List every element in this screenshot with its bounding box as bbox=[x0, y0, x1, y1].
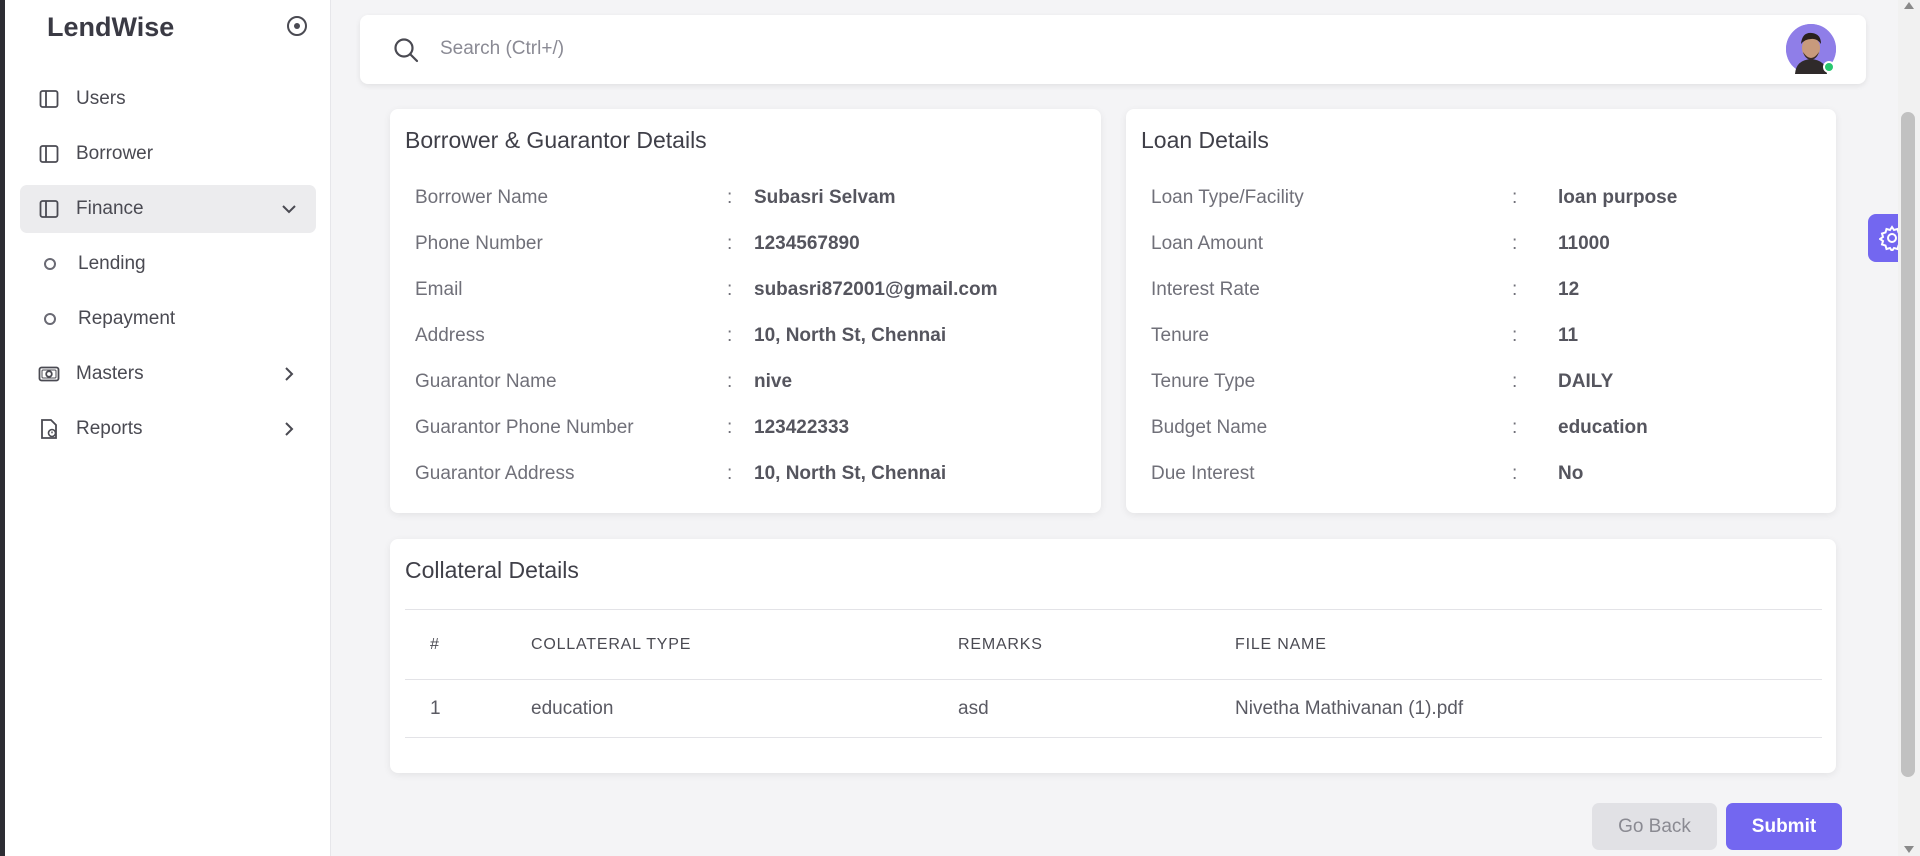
avatar[interactable] bbox=[1786, 24, 1836, 74]
sidebar-item-users[interactable]: Users bbox=[20, 75, 316, 123]
sidebar-item-label: Users bbox=[76, 88, 126, 109]
column-header: # bbox=[405, 609, 531, 680]
scrollbar-thumb[interactable] bbox=[1901, 112, 1915, 777]
layout-icon bbox=[38, 143, 60, 165]
detail-separator: : bbox=[1512, 417, 1518, 438]
chevron-right-icon bbox=[285, 367, 294, 381]
detail-label: Guarantor Name bbox=[415, 371, 557, 392]
column-header: REMARKS bbox=[958, 609, 1235, 680]
detail-value: 10, North St, Chennai bbox=[754, 325, 947, 346]
table-row: 1 education asd Nivetha Mathivanan (1).p… bbox=[405, 679, 1822, 738]
go-back-button[interactable]: Go Back bbox=[1592, 803, 1717, 850]
sidebar-item-label: Masters bbox=[76, 363, 144, 384]
detail-separator: : bbox=[1512, 371, 1518, 392]
sidebar-item-reports[interactable]: Reports bbox=[20, 405, 316, 453]
sidebar-menu: Users Borrower Finance Lending Repayment bbox=[20, 75, 316, 460]
table-header-row: # COLLATERAL TYPE REMARKS FILE NAME bbox=[405, 609, 1822, 680]
detail-label: Tenure bbox=[1151, 325, 1210, 346]
detail-separator: : bbox=[727, 371, 733, 392]
detail-label: Phone Number bbox=[415, 233, 543, 254]
detail-value: 10, North St, Chennai bbox=[754, 463, 947, 484]
detail-separator: : bbox=[727, 187, 733, 208]
column-header: COLLATERAL TYPE bbox=[531, 609, 958, 680]
detail-value: loan purpose bbox=[1558, 187, 1678, 208]
sidebar-item-lending[interactable]: Lending bbox=[20, 240, 316, 288]
detail-separator: : bbox=[727, 417, 733, 438]
sidebar-item-label: Finance bbox=[76, 198, 144, 219]
detail-label: Due Interest bbox=[1151, 463, 1255, 484]
top-navbar bbox=[360, 15, 1866, 84]
detail-separator: : bbox=[1512, 463, 1518, 484]
sidebar-item-label: Borrower bbox=[76, 143, 154, 164]
submit-button[interactable]: Submit bbox=[1726, 803, 1842, 850]
detail-label: Address bbox=[415, 325, 485, 346]
detail-value: 11 bbox=[1558, 325, 1579, 346]
detail-separator: : bbox=[727, 279, 733, 300]
collateral-table: # COLLATERAL TYPE REMARKS FILE NAME 1 ed… bbox=[405, 609, 1822, 738]
detail-label: Budget Name bbox=[1151, 417, 1268, 438]
sidebar-item-masters[interactable]: Masters bbox=[20, 350, 316, 398]
cash-icon bbox=[38, 363, 60, 385]
sidebar-item-label: Lending bbox=[78, 253, 146, 274]
detail-label: Guarantor Phone Number bbox=[415, 417, 634, 438]
layout-icon bbox=[38, 88, 60, 110]
detail-label: Tenure Type bbox=[1151, 371, 1256, 392]
detail-separator: : bbox=[1512, 325, 1518, 346]
collateral-details-card: Collateral Details # COLLATERAL TYPE REM… bbox=[390, 539, 1836, 773]
detail-value: 1234567890 bbox=[754, 233, 860, 254]
online-status-dot bbox=[1823, 61, 1835, 73]
detail-value: 123422333 bbox=[754, 417, 850, 438]
sidebar: LendWise Users Borrower Finance Lending … bbox=[5, 0, 331, 856]
detail-separator: : bbox=[727, 325, 733, 346]
detail-value: education bbox=[1558, 417, 1648, 438]
detail-label: Loan Amount bbox=[1151, 233, 1263, 254]
scroll-up-arrow-icon[interactable] bbox=[1904, 2, 1914, 9]
detail-value: Subasri Selvam bbox=[754, 187, 896, 208]
detail-value: No bbox=[1558, 463, 1584, 484]
search-input[interactable] bbox=[440, 33, 1040, 65]
detail-separator: : bbox=[1512, 279, 1518, 300]
detail-value: subasri872001@gmail.com bbox=[754, 279, 998, 300]
search-icon[interactable] bbox=[392, 36, 420, 64]
detail-value: DAILY bbox=[1558, 371, 1614, 392]
detail-value: nive bbox=[754, 371, 793, 392]
detail-value: 11000 bbox=[1558, 233, 1610, 254]
borrower-guarantor-card: Borrower & Guarantor Details Borrower Na… bbox=[390, 109, 1101, 513]
table-cell: education bbox=[531, 679, 958, 738]
sidebar-item-borrower[interactable]: Borrower bbox=[20, 130, 316, 178]
detail-label: Loan Type/Facility bbox=[1151, 187, 1304, 208]
report-icon bbox=[38, 418, 60, 440]
scroll-down-arrow-icon[interactable] bbox=[1904, 846, 1914, 853]
table-cell: Nivetha Mathivanan (1).pdf bbox=[1235, 679, 1822, 738]
loan-details-card: Loan Details Loan Type/Facility: loan pur… bbox=[1126, 109, 1836, 513]
brand-logo: LendWise bbox=[47, 12, 175, 42]
circle-icon bbox=[44, 313, 56, 325]
card-title: Borrower & Guarantor Details bbox=[405, 127, 707, 153]
detail-label: Guarantor Address bbox=[415, 463, 575, 484]
card-title: Loan Details bbox=[1141, 127, 1269, 153]
sidebar-item-label: Repayment bbox=[78, 308, 176, 329]
detail-label: Email bbox=[415, 279, 463, 300]
table-cell: 1 bbox=[405, 679, 531, 738]
chevron-down-icon bbox=[282, 205, 296, 214]
detail-label: Interest Rate bbox=[1151, 279, 1260, 300]
card-title: Collateral Details bbox=[405, 557, 579, 583]
sidebar-item-finance[interactable]: Finance bbox=[20, 185, 316, 233]
detail-label: Borrower Name bbox=[415, 187, 549, 208]
circle-icon bbox=[44, 258, 56, 270]
layout-icon bbox=[38, 198, 60, 220]
sidebar-toggle-icon[interactable] bbox=[286, 15, 308, 37]
detail-separator: : bbox=[1512, 187, 1518, 208]
detail-separator: : bbox=[727, 233, 733, 254]
sidebar-item-repayment[interactable]: Repayment bbox=[20, 295, 316, 343]
detail-separator: : bbox=[1512, 233, 1518, 254]
sidebar-item-label: Reports bbox=[76, 418, 143, 439]
detail-separator: : bbox=[727, 463, 733, 484]
chevron-right-icon bbox=[285, 422, 294, 436]
column-header: FILE NAME bbox=[1235, 609, 1822, 680]
table-cell: asd bbox=[958, 679, 1235, 738]
detail-value: 12 bbox=[1558, 279, 1580, 300]
